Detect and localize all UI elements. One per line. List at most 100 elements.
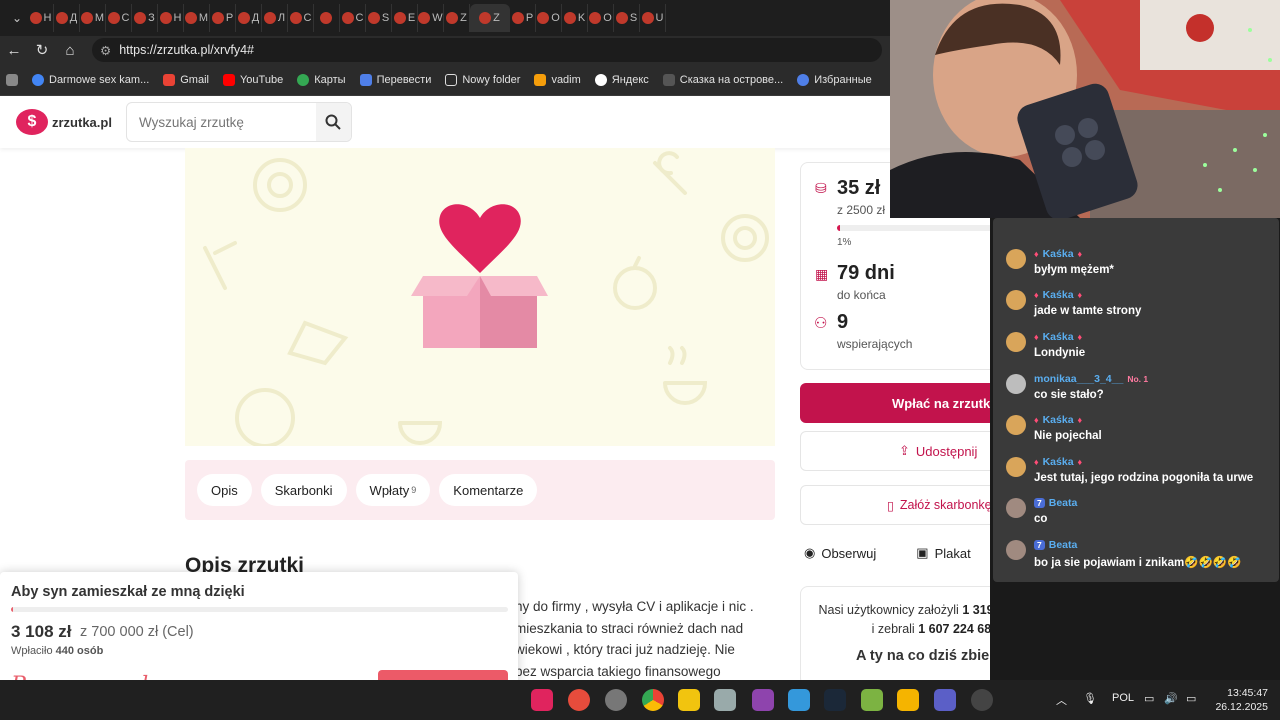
reload-icon[interactable]: ↻	[28, 41, 56, 59]
app-r-icon[interactable]	[568, 689, 590, 711]
chat-username[interactable]: ♦ Kaśka ♦	[1034, 456, 1082, 468]
browser-tab[interactable]: E	[392, 4, 418, 32]
create-piggybank-button[interactable]: ▯ Załóż skarbonkę	[800, 485, 990, 525]
taskbar: ︿ 🎙 POL ▭ 🔊 ▭ 13:45:47 26.12.2025	[0, 680, 1280, 720]
app-grid-icon[interactable]	[752, 689, 774, 711]
home-icon[interactable]: ⌂	[56, 42, 84, 59]
browser-tab[interactable]: M	[80, 4, 106, 32]
bookmark-skazka[interactable]: Сказка на острове...	[662, 73, 783, 86]
media-player-icon[interactable]	[897, 689, 919, 711]
network-icon[interactable]: ▭	[1144, 692, 1154, 705]
microphone-icon[interactable]: 🎙	[1083, 692, 1097, 705]
star-app-icon[interactable]	[678, 689, 700, 711]
teams-icon[interactable]	[934, 689, 956, 711]
browser-tab[interactable]: Z	[444, 4, 470, 32]
bookmark-gmail[interactable]: Gmail	[163, 73, 209, 86]
bookmark-item[interactable]: Darmowe sex kam...	[32, 73, 149, 86]
tab-opis[interactable]: Opis	[197, 474, 252, 506]
browser-tab[interactable]: O	[588, 4, 614, 32]
tab-komentarze[interactable]: Komentarze	[439, 474, 538, 506]
eye-icon: ◉	[804, 545, 816, 560]
chat-username[interactable]: ♦ Kaśka ♦	[1034, 289, 1082, 301]
browser-tab[interactable]: Л	[262, 4, 288, 32]
pay-button[interactable]: Wpłać na zrzutkę	[800, 383, 990, 423]
steam-icon[interactable]	[824, 689, 846, 711]
app-n-icon[interactable]	[605, 689, 627, 711]
avatar[interactable]	[1006, 457, 1026, 477]
browser-tab[interactable]: W	[418, 4, 444, 32]
photos-icon[interactable]	[788, 689, 810, 711]
chat-text: co	[1034, 513, 1048, 525]
back-arrow-icon[interactable]: ←	[0, 42, 28, 59]
search-input[interactable]	[126, 114, 316, 130]
browser-tab[interactable]: Z	[470, 4, 510, 32]
browser-tab[interactable]: H	[158, 4, 184, 32]
avatar[interactable]	[1006, 415, 1026, 435]
avatar[interactable]	[1006, 498, 1026, 518]
avatar[interactable]	[1006, 332, 1026, 352]
observe-link[interactable]: ◉ Obserwuj	[804, 545, 876, 561]
bookmark-yandex[interactable]: Яндекс	[594, 73, 649, 86]
level-badge: 7	[1034, 498, 1045, 508]
language-indicator[interactable]: POL	[1112, 692, 1134, 704]
chat-username[interactable]: ♦ Kaśka ♦	[1034, 331, 1082, 343]
chevron-up-icon[interactable]: ︿	[1056, 692, 1067, 708]
recorder-icon[interactable]	[971, 689, 993, 711]
browser-tab[interactable]: C	[106, 4, 132, 32]
app-box-icon[interactable]	[714, 689, 736, 711]
bookmark-translate[interactable]: Перевести	[359, 73, 431, 86]
browser-tab[interactable]: C	[288, 4, 314, 32]
browser-tab[interactable]: S	[366, 4, 392, 32]
tab-skarbonki[interactable]: Skarbonki	[260, 474, 347, 506]
site-info-icon[interactable]: ⚙	[100, 43, 111, 58]
browser-tab[interactable]: H	[28, 4, 54, 32]
poster-link[interactable]: ▣ Plakat	[916, 545, 970, 561]
tab-favicon-icon	[263, 12, 276, 24]
section-tabs: Opis Skarbonki Wpłaty 9 Komentarze	[185, 460, 775, 520]
browser-tab[interactable]: U	[640, 4, 666, 32]
bookmark-favorites[interactable]: Избранные	[797, 73, 872, 86]
browser-tab[interactable]: З	[132, 4, 158, 32]
tab-favicon-icon	[341, 12, 354, 24]
volume-icon[interactable]: 🔊	[1164, 692, 1178, 705]
browser-tab[interactable]: Д	[54, 4, 80, 32]
bookmark-folder[interactable]: Nowy folder	[445, 73, 520, 86]
chat-username[interactable]: 7 Beata	[1034, 497, 1077, 509]
minecraft-icon[interactable]	[861, 689, 883, 711]
zrzutka-logo[interactable]: $ zrzutka.pl	[16, 109, 112, 135]
avatar[interactable]	[1006, 249, 1026, 269]
chat-text: Londynie	[1034, 347, 1086, 359]
tiktok-icon[interactable]	[531, 689, 553, 711]
bookmarks-menu-icon[interactable]	[6, 73, 18, 86]
avatar[interactable]	[1006, 374, 1026, 394]
browser-tab[interactable]: Д	[236, 4, 262, 32]
chrome-icon[interactable]	[642, 689, 664, 711]
browser-tab[interactable]: K	[562, 4, 588, 32]
battery-icon[interactable]: ▭	[1186, 692, 1196, 705]
tab-favicon-icon	[367, 12, 380, 24]
browser-tab[interactable]: C	[340, 4, 366, 32]
browser-tab[interactable]	[314, 4, 340, 32]
browser-tab[interactable]: P	[210, 4, 236, 32]
chat-username[interactable]: monikaa___3_4__ No. 1	[1034, 373, 1148, 385]
bookmark-vadim[interactable]: vadim	[534, 73, 581, 86]
bookmark-maps[interactable]: Карты	[297, 73, 346, 86]
tab-wplaty[interactable]: Wpłaty 9	[355, 474, 431, 506]
popup-people: Wpłaciło 440 osób	[11, 645, 104, 657]
bookmark-youtube[interactable]: YouTube	[222, 73, 283, 86]
clock[interactable]: 13:45:47 26.12.2025	[1215, 686, 1268, 714]
poster-icon: ▣	[916, 545, 929, 560]
chat-username[interactable]: ♦ Kaśka ♦	[1034, 248, 1082, 260]
browser-tab[interactable]: P	[510, 4, 536, 32]
chat-username[interactable]: 7 Beata	[1034, 539, 1077, 551]
chat-username[interactable]: ♦ Kaśka ♦	[1034, 414, 1082, 426]
avatar[interactable]	[1006, 290, 1026, 310]
browser-tab[interactable]: M	[184, 4, 210, 32]
share-button[interactable]: ⇪ Udostępnij	[800, 431, 990, 471]
browser-tab[interactable]: O	[536, 4, 562, 32]
avatar[interactable]	[1006, 540, 1026, 560]
search-icon[interactable]	[315, 103, 351, 141]
url-field[interactable]: ⚙ https://zrzutka.pl/xrvfy4#	[92, 38, 882, 62]
browser-tab[interactable]: S	[614, 4, 640, 32]
tab-list-chevron-icon[interactable]: ⌄	[6, 11, 28, 25]
